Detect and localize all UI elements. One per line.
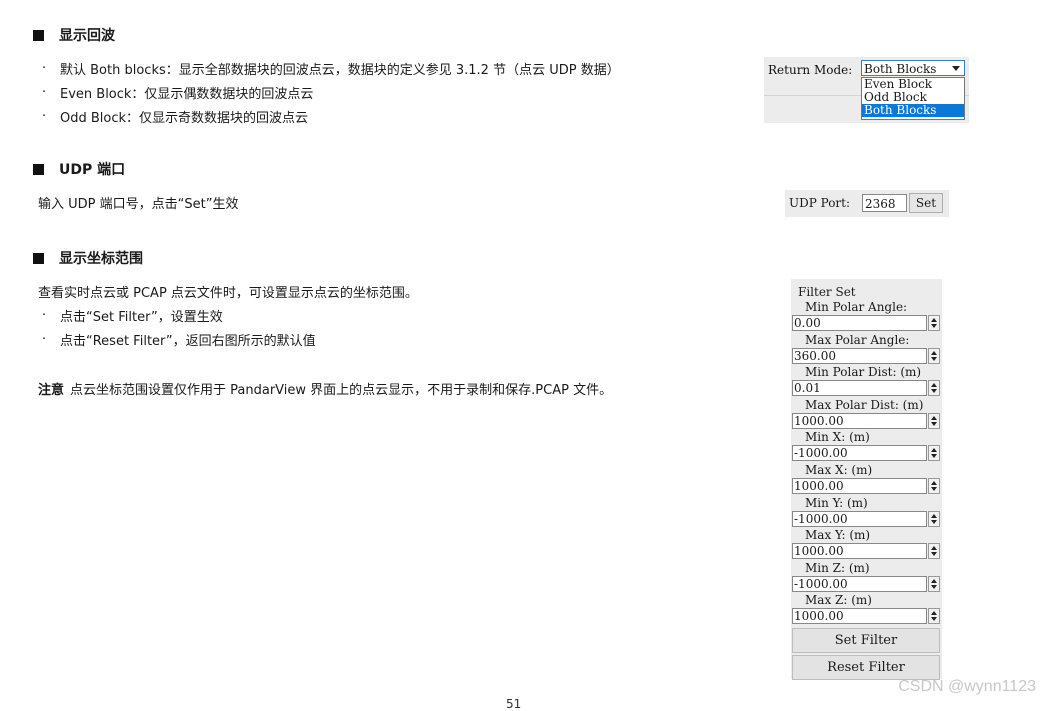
return-mode-panel: Return Mode: Both Blocks Even Block Odd …: [764, 57, 969, 123]
bullet-item: · 默认 Both blocks：显示全部数据块的回波点云，数据块的定义参见 3…: [38, 59, 620, 78]
filter-field-input[interactable]: -1000.00: [792, 575, 927, 592]
note-text: 点云坐标范围设置仅作用于 PandarView 界面上的点云显示，不用于录制和保…: [70, 383, 613, 398]
spinbox-arrows-icon[interactable]: [928, 510, 940, 527]
bullet-dot: ·: [42, 85, 47, 100]
filter-field-label: Max Polar Dist: (m): [805, 397, 924, 412]
filter-field-input[interactable]: 1000.00: [792, 478, 927, 494]
reset-filter-button[interactable]: Reset Filter: [792, 655, 940, 680]
spin-down-icon[interactable]: [931, 519, 937, 524]
heading-text: UDP 端口: [59, 162, 126, 178]
page-number: 51: [506, 697, 522, 711]
option-both-blocks[interactable]: Both Blocks: [862, 104, 964, 117]
bullet-dot: ·: [42, 61, 47, 76]
spin-down-icon[interactable]: [931, 324, 937, 328]
udp-port-panel: UDP Port: 2368 Set: [785, 190, 949, 217]
filter-field-label: Min Z: (m): [805, 560, 870, 575]
udp-set-button[interactable]: Set: [909, 193, 943, 213]
note: 注意 点云坐标范围设置仅作用于 PandarView 界面上的点云显示，不用于录制…: [38, 379, 612, 398]
note-label: 注意: [38, 383, 65, 398]
square-bullet-icon: [33, 163, 44, 175]
set-filter-button[interactable]: Set Filter: [792, 628, 940, 653]
square-bullet-icon: [33, 29, 44, 41]
heading-text: 显示回波: [59, 28, 115, 44]
dropdown-arrow-icon[interactable]: [952, 66, 960, 71]
spin-up-icon[interactable]: [931, 611, 937, 616]
filter-set-title: Filter Set: [798, 285, 856, 299]
spin-down-icon[interactable]: [931, 552, 937, 557]
filter-field-input[interactable]: 1000.00: [792, 608, 927, 625]
return-mode-selected-value: Both Blocks: [864, 62, 937, 76]
watermark: CSDN @wynn1123: [898, 678, 1036, 695]
spin-up-icon[interactable]: [931, 383, 937, 388]
spinbox-arrows-icon[interactable]: [928, 315, 940, 331]
bullet-item: · 点击“Reset Filter”，返回右图所示的默认值: [38, 330, 316, 349]
section-heading-display-return: 显示回波: [33, 25, 115, 45]
bullet-text: 点击“Set Filter”，设置生效: [60, 310, 223, 325]
return-mode-label: Return Mode:: [768, 63, 853, 77]
spin-down-icon[interactable]: [931, 389, 937, 394]
bullet-dot: ·: [42, 332, 47, 347]
return-mode-select[interactable]: Both Blocks: [861, 60, 965, 76]
filter-field-label: Max Y: (m): [805, 528, 871, 543]
filter-field-label: Min Polar Angle:: [805, 300, 908, 314]
filter-field-label: Min Polar Dist: (m): [805, 365, 922, 380]
bullet-dot: ·: [42, 308, 47, 323]
bullet-text: 点击“Reset Filter”，返回右图所示的默认值: [60, 334, 316, 349]
spin-up-icon[interactable]: [931, 448, 937, 453]
spin-up-icon[interactable]: [931, 546, 937, 551]
heading-text: 显示坐标范围: [59, 251, 143, 267]
spin-down-icon[interactable]: [931, 487, 937, 491]
return-mode-options-list: Even Block Odd Block Both Blocks: [861, 77, 965, 120]
filter-field-label: Min X: (m): [805, 430, 870, 445]
spin-up-icon[interactable]: [931, 513, 937, 518]
spinbox-arrows-icon[interactable]: [928, 575, 940, 592]
spin-down-icon[interactable]: [931, 454, 937, 459]
spin-up-icon[interactable]: [931, 318, 937, 322]
bullet-text: Even Block：仅显示偶数数据块的回波点云: [60, 87, 314, 102]
filter-field-label: Max Z: (m): [805, 593, 872, 608]
filter-field-input[interactable]: 360.00: [792, 347, 927, 364]
filter-field-input[interactable]: -1000.00: [792, 510, 927, 527]
udp-port-description: 输入 UDP 端口号，点击“Set”生效: [38, 197, 239, 212]
spin-up-icon[interactable]: [931, 481, 937, 485]
section-heading-udp-port: UDP 端口: [33, 159, 125, 179]
spinbox-arrows-icon[interactable]: [928, 543, 940, 560]
spinbox-arrows-icon[interactable]: [928, 445, 940, 462]
bullet-dot: ·: [42, 109, 47, 124]
bullet-text: Odd Block：仅显示奇数数据块的回波点云: [60, 111, 309, 126]
filter-field-label: Max X: (m): [805, 463, 873, 477]
spin-down-icon[interactable]: [931, 356, 937, 361]
filter-field-input[interactable]: 1000.00: [792, 412, 927, 429]
spinbox-arrows-icon[interactable]: [928, 608, 940, 625]
spinbox-arrows-icon[interactable]: [928, 412, 940, 429]
bullet-item: · 点击“Set Filter”，设置生效: [38, 306, 223, 325]
spin-up-icon[interactable]: [931, 415, 937, 420]
filter-field-input[interactable]: 0.00: [792, 315, 927, 331]
udp-port-input[interactable]: 2368: [862, 194, 907, 212]
filter-field-label: Max Polar Angle:: [805, 332, 910, 347]
square-bullet-icon: [33, 252, 44, 264]
spin-down-icon[interactable]: [931, 584, 937, 589]
bullet-item: · Odd Block：仅显示奇数数据块的回波点云: [38, 107, 308, 126]
filter-field-input[interactable]: 0.01: [792, 380, 927, 397]
filter-set-panel: Filter Set Min Polar Angle: 0.00 Max Polar…: [791, 279, 942, 680]
coord-range-description: 查看实时点云或 PCAP 点云文件时，可设置显示点云的坐标范围。: [38, 286, 418, 301]
spin-up-icon[interactable]: [931, 578, 937, 583]
spin-up-icon[interactable]: [931, 350, 937, 355]
spinbox-arrows-icon[interactable]: [928, 478, 940, 494]
bullet-text: 默认 Both blocks：显示全部数据块的回波点云，数据块的定义参见 3.1…: [60, 63, 620, 78]
udp-port-label: UDP Port:: [789, 196, 851, 210]
filter-field-input[interactable]: 1000.00: [792, 543, 927, 560]
spinbox-arrows-icon[interactable]: [928, 380, 940, 397]
section-heading-coord-range: 显示坐标范围: [33, 248, 143, 268]
spinbox-arrows-icon[interactable]: [928, 347, 940, 364]
bullet-item: · Even Block：仅显示偶数数据块的回波点云: [38, 83, 313, 102]
spin-down-icon[interactable]: [931, 421, 937, 426]
filter-field-input[interactable]: -1000.00: [792, 445, 927, 462]
filter-field-label: Min Y: (m): [805, 495, 868, 510]
spin-down-icon[interactable]: [931, 617, 937, 622]
